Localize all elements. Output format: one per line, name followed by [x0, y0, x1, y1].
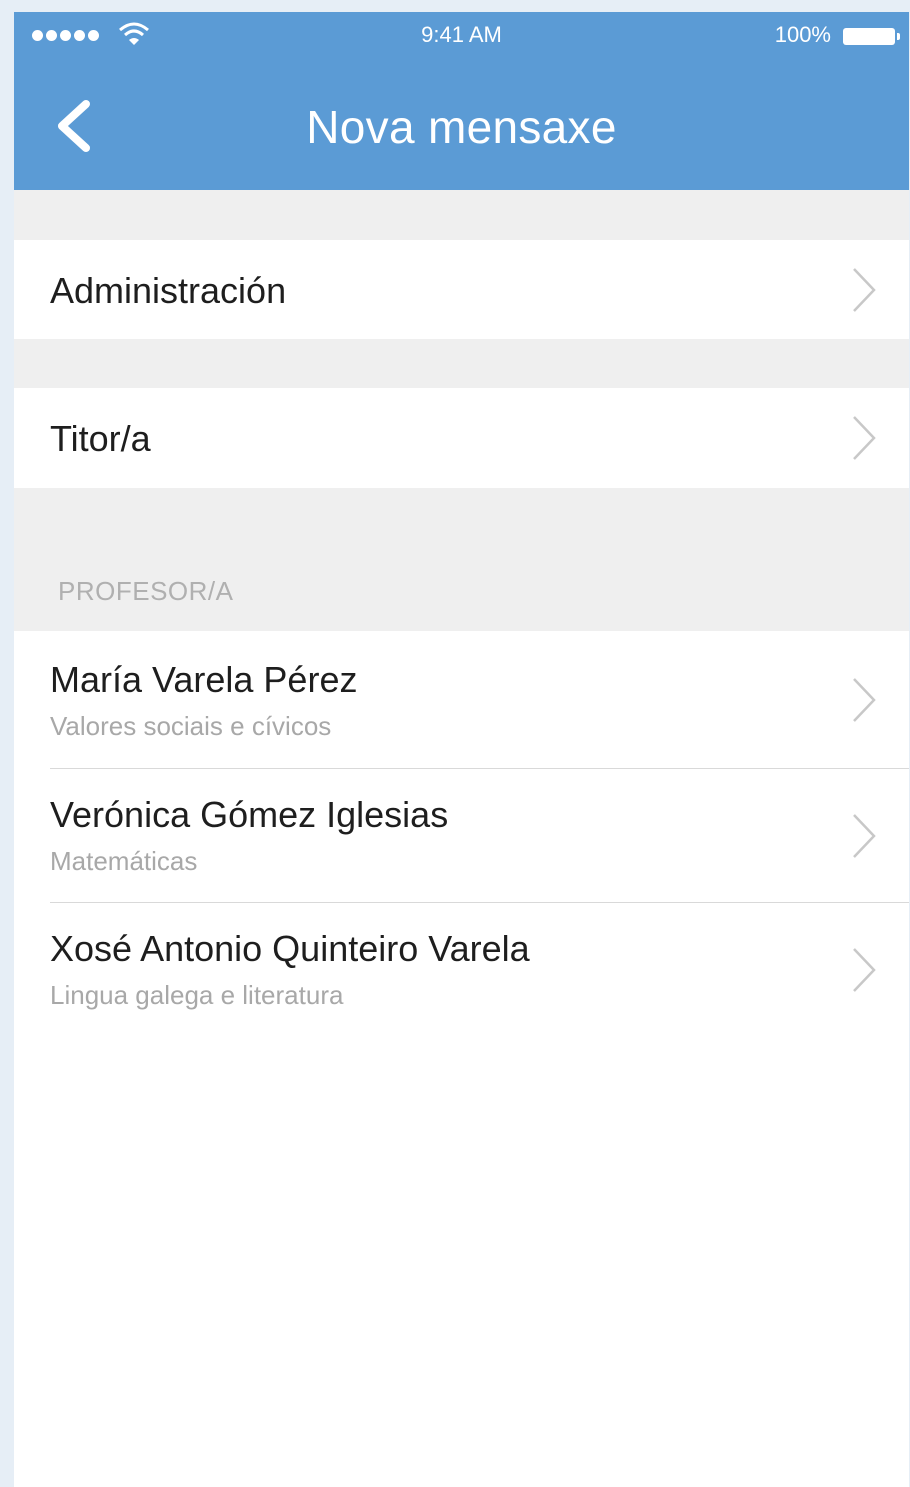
screen: 9:41 AM 100% Nova mensaxe Administración…: [14, 12, 909, 1487]
teacher-name: Xosé Antonio Quinteiro Varela: [50, 928, 530, 969]
chevron-right-icon: [853, 416, 876, 460]
teacher-name: María Varela Pérez: [50, 659, 358, 700]
chevron-right-icon: [853, 814, 876, 858]
battery-icon: [843, 28, 900, 45]
teacher-row[interactable]: Verónica Gómez Iglesias Matemáticas: [14, 769, 909, 902]
menu-item-titor[interactable]: Titor/a: [14, 388, 909, 488]
page-title: Nova mensaxe: [306, 101, 617, 153]
chevron-right-icon: [853, 948, 876, 992]
section-header-profesor: PROFESOR/A: [58, 576, 234, 606]
teacher-row[interactable]: Xosé Antonio Quinteiro Varela Lingua gal…: [14, 903, 909, 1037]
group-spacer: [14, 339, 909, 388]
nav-header: 9:41 AM 100% Nova mensaxe: [14, 12, 909, 190]
chevron-right-icon: [853, 268, 876, 312]
menu-item-administracion[interactable]: Administración: [14, 240, 909, 339]
menu-item-label: Administración: [50, 270, 287, 311]
teacher-subject: Lingua galega e literatura: [50, 980, 344, 1010]
teacher-name: Verónica Gómez Iglesias: [50, 794, 449, 835]
chevron-right-icon: [853, 678, 876, 722]
teacher-subject: Matemáticas: [50, 846, 198, 876]
group-spacer: [14, 190, 909, 240]
section-header-area: PROFESOR/A: [14, 488, 909, 631]
status-bar: 9:41 AM 100%: [14, 20, 909, 50]
teacher-row[interactable]: María Varela Pérez Valores sociais e cív…: [14, 631, 909, 768]
menu-item-label: Titor/a: [50, 418, 151, 459]
battery-percentage: 100%: [774, 22, 831, 47]
teacher-subject: Valores sociais e cívicos: [50, 711, 332, 741]
